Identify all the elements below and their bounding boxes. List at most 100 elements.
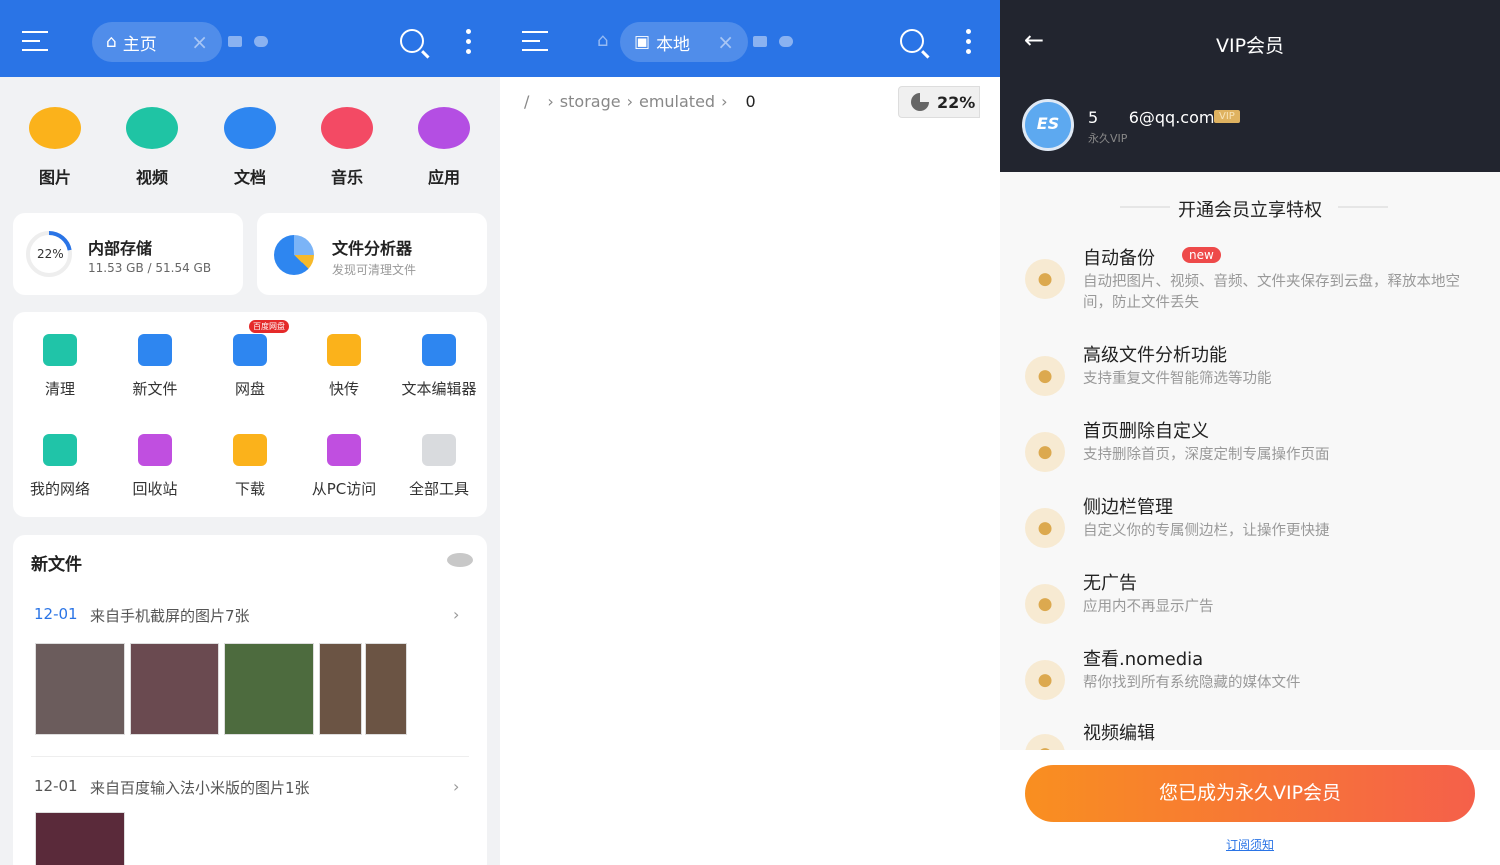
feature-desc: 支持重复文件智能筛选等功能 [1083,369,1473,390]
crumb-root[interactable]: / [524,92,529,111]
tool-label: 网盘 [203,378,297,399]
category-image[interactable]: 图片 [15,107,95,188]
tab-cloud-icon[interactable] [254,36,268,47]
tab-cloud-icon[interactable] [779,36,793,47]
eye-icon[interactable] [447,553,473,567]
pie-chart-icon [274,235,314,275]
vip-panel: ← VIP会员 ES 5 6@qq.com VIP 永久VIP 开通会员立享特权 [1000,0,1500,865]
tool-label: 清理 [13,378,107,399]
feature-title: 视频编辑 [1083,719,1155,745]
vip-type: 永久VIP [1088,130,1127,146]
thumbnail[interactable] [319,643,362,735]
video-icon [126,107,178,149]
tool-pc[interactable]: 从PC访问 [297,434,391,499]
grid-icon [422,434,456,466]
thumbnail[interactable] [365,643,407,735]
more-icon[interactable] [966,29,971,59]
menu-icon[interactable] [22,31,48,53]
more-icon[interactable] [466,29,471,59]
group-desc: 来自百度输入法小米版的图片1张 [90,777,310,798]
file-group-row[interactable]: 12-01 来自手机截屏的图片7张 › [13,605,487,627]
new-files-card: 新文件 12-01 来自手机截屏的图片7张 › 12-01 来自百度输入法小米版… [13,535,487,865]
sidebar-icon: ● [1025,508,1065,548]
thumbnail[interactable] [35,812,125,865]
tool-label: 我的网络 [13,478,107,499]
crumb-current[interactable]: 0 [745,92,755,111]
group-desc: 来自手机截屏的图片7张 [90,605,250,626]
tab-local-icon[interactable] [228,36,242,47]
tab-home-icon[interactable]: ⌂ [597,30,608,51]
vip-badge: VIP [1214,110,1240,123]
feature-title: 无广告 [1083,569,1137,595]
search-icon[interactable] [400,29,424,53]
tool-new-file[interactable]: 新文件 [108,334,202,399]
tool-label: 快传 [297,378,391,399]
cloud-icon [233,334,267,366]
thumbnail[interactable] [35,643,125,735]
text-editor-icon [422,334,456,366]
tool-send[interactable]: 快传 [297,334,391,399]
close-tab-icon[interactable]: × [717,30,734,54]
breadcrumb: /› storage› emulated› 0 [524,92,756,111]
home-delete-icon: ● [1025,432,1065,472]
tool-label: 全部工具 [392,478,486,499]
avatar[interactable]: ES [1022,99,1074,151]
section-title: 开通会员立享特权 [1000,196,1500,222]
tab-local[interactable]: ▣ 本地 × [620,22,748,62]
feature-title: 高级文件分析功能 [1083,341,1227,367]
phone-icon: ▣ [634,32,650,52]
tab-label: 本地 [656,30,690,55]
file-analyzer-card[interactable]: 文件分析器 发现可清理文件 [257,213,487,295]
tab-window-icon[interactable] [753,36,767,47]
trash-icon [138,434,172,466]
tool-label: 文本编辑器 [392,378,486,399]
category-android[interactable]: 应用 [404,107,484,188]
crumb-emulated[interactable]: emulated [639,92,715,111]
tool-router[interactable]: 我的网络 [13,434,107,499]
tool-trash[interactable]: 回收站 [108,434,202,499]
tool-cloud[interactable]: 网盘百度网盘 [203,334,297,399]
tab-home[interactable]: ⌂ 主页 × [92,22,222,62]
chevron-right-icon: › [453,605,459,624]
thumbnail[interactable] [130,643,219,735]
menu-icon[interactable] [522,31,548,53]
storage-percent: 22% [37,247,64,261]
feature-desc: 自动把图片、视频、音频、文件夹保存到云盘，释放本地空间，防止文件丢失 [1083,272,1473,314]
category-label: 视频 [112,164,192,188]
crumb-storage[interactable]: storage [560,92,621,111]
home-panel: ⌂ 主页 × 图片视频文档音乐应用 22% 内部存储 11.53 GB / 51… [0,0,500,865]
search-icon[interactable] [900,29,924,53]
tab-label: 主页 [123,30,157,55]
feature-desc: 自定义你的专属侧边栏，让操作更快捷 [1083,521,1473,542]
vip-header: ← VIP会员 ES 5 6@qq.com VIP 永久VIP [1000,0,1500,172]
tool-broom[interactable]: 清理 [13,334,107,399]
category-label: 文档 [210,164,290,188]
tool-grid[interactable]: 全部工具 [392,434,486,499]
analyzer-title: 文件分析器 [332,235,412,259]
image-icon [29,107,81,149]
download-icon [233,434,267,466]
storage-usage: 11.53 GB / 51.54 GB [88,261,211,275]
tool-label: 新文件 [108,378,202,399]
category-document[interactable]: 文档 [210,107,290,188]
category-music[interactable]: 音乐 [307,107,387,188]
thumbnail[interactable] [224,643,314,735]
vip-status-button[interactable]: 您已成为永久VIP会员 [1025,765,1475,822]
internal-storage-card[interactable]: 22% 内部存储 11.53 GB / 51.54 GB [13,213,243,295]
router-icon [43,434,77,466]
analysis-icon: ● [1025,356,1065,396]
category-video[interactable]: 视频 [112,107,192,188]
no-ads-icon: ● [1025,584,1065,624]
file-group-row[interactable]: 12-01 来自百度输入法小米版的图片1张 › [13,777,487,799]
broom-icon [43,334,77,366]
group-date: 12-01 [34,605,78,623]
subscription-terms-link[interactable]: 订阅须知 [1000,836,1500,853]
tool-download[interactable]: 下载 [203,434,297,499]
tool-text-editor[interactable]: 文本编辑器 [392,334,486,399]
close-tab-icon[interactable]: × [191,30,208,54]
chevron-right-icon: › [453,777,459,796]
group-date: 12-01 [34,777,78,795]
storage-usage-button[interactable]: 22% [898,86,980,118]
usage-percent: 22% [937,93,975,112]
vip-footer: 您已成为永久VIP会员 订阅须知 [1000,750,1500,865]
